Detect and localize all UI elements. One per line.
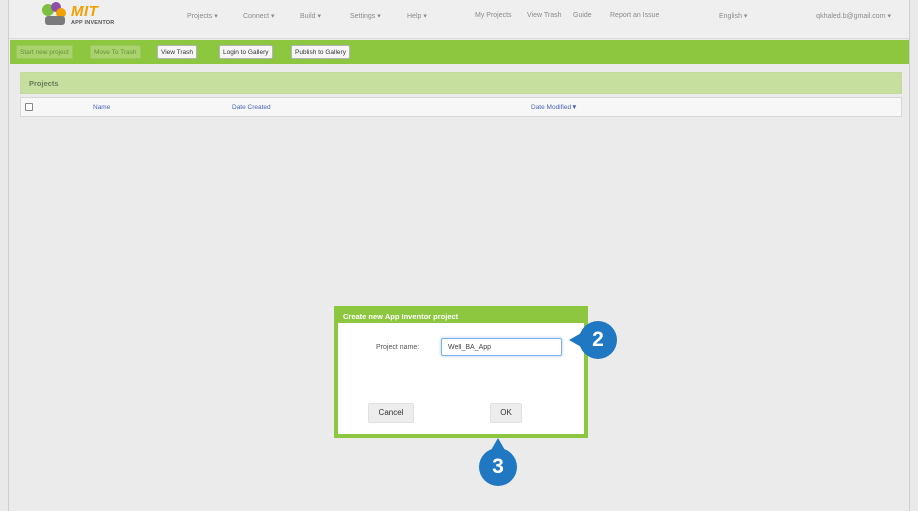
projects-table-header: Name Date Created Date Modified▼: [20, 97, 902, 117]
step-2-callout: 2: [569, 321, 617, 359]
callout-pointer-icon: [490, 438, 506, 452]
app-inventor-logo-icon: [42, 2, 66, 25]
column-name[interactable]: Name: [93, 104, 110, 111]
dialog-body: Project name: Cancel OK: [338, 323, 584, 434]
logo-subtitle: APP INVENTOR: [71, 20, 115, 26]
menu-connect[interactable]: Connect ▾: [243, 12, 275, 20]
project-name-input[interactable]: [441, 338, 562, 356]
start-new-project-button[interactable]: Start new project: [16, 45, 73, 59]
account-menu[interactable]: qkhaled.b@gmail.com ▾: [816, 12, 891, 20]
create-project-dialog: Create new App Inventor project Project …: [334, 306, 588, 438]
move-to-trash-button[interactable]: Move To Trash: [90, 45, 141, 59]
projects-panel-header: Projects: [20, 72, 902, 94]
step-3-callout: 3: [479, 438, 517, 486]
select-all-checkbox[interactable]: [25, 103, 33, 111]
menu-view-trash[interactable]: View Trash: [527, 12, 562, 19]
menu-help[interactable]: Help ▾: [407, 12, 427, 20]
ok-button[interactable]: OK: [490, 403, 522, 423]
menu-guide[interactable]: Guide: [573, 12, 592, 19]
project-name-label: Project name:: [376, 344, 420, 351]
column-date-modified[interactable]: Date Modified▼: [531, 104, 578, 111]
logo-title: MIT: [71, 3, 99, 20]
dialog-title: Create new App Inventor project: [343, 312, 459, 321]
menu-language[interactable]: English ▾: [719, 12, 747, 20]
cancel-button[interactable]: Cancel: [368, 403, 414, 423]
publish-to-gallery-button[interactable]: Publish to Gallery: [291, 45, 350, 59]
menu-projects[interactable]: Projects ▾: [187, 12, 218, 20]
column-date-created[interactable]: Date Created: [232, 104, 271, 111]
step-2-number: 2: [592, 328, 604, 351]
menu-settings[interactable]: Settings ▾: [350, 12, 381, 20]
projects-title: Projects: [29, 79, 59, 88]
callout-pointer-icon: [569, 332, 583, 348]
app-inventor-logo[interactable]: MIT APP INVENTOR: [41, 1, 141, 33]
top-navigation-bar: MIT APP INVENTOR Projects ▾ Connect ▾ Bu…: [9, 0, 909, 39]
login-to-gallery-button[interactable]: Login to Gallery: [219, 45, 273, 59]
step-3-number: 3: [492, 455, 504, 478]
menu-build[interactable]: Build ▾: [300, 12, 321, 20]
view-trash-button[interactable]: View Trash: [157, 45, 198, 59]
menu-my-projects[interactable]: My Projects: [475, 12, 512, 19]
project-toolbar: Start new project Move To Trash View Tra…: [10, 40, 909, 64]
menu-report-issue[interactable]: Report an Issue: [610, 12, 659, 19]
